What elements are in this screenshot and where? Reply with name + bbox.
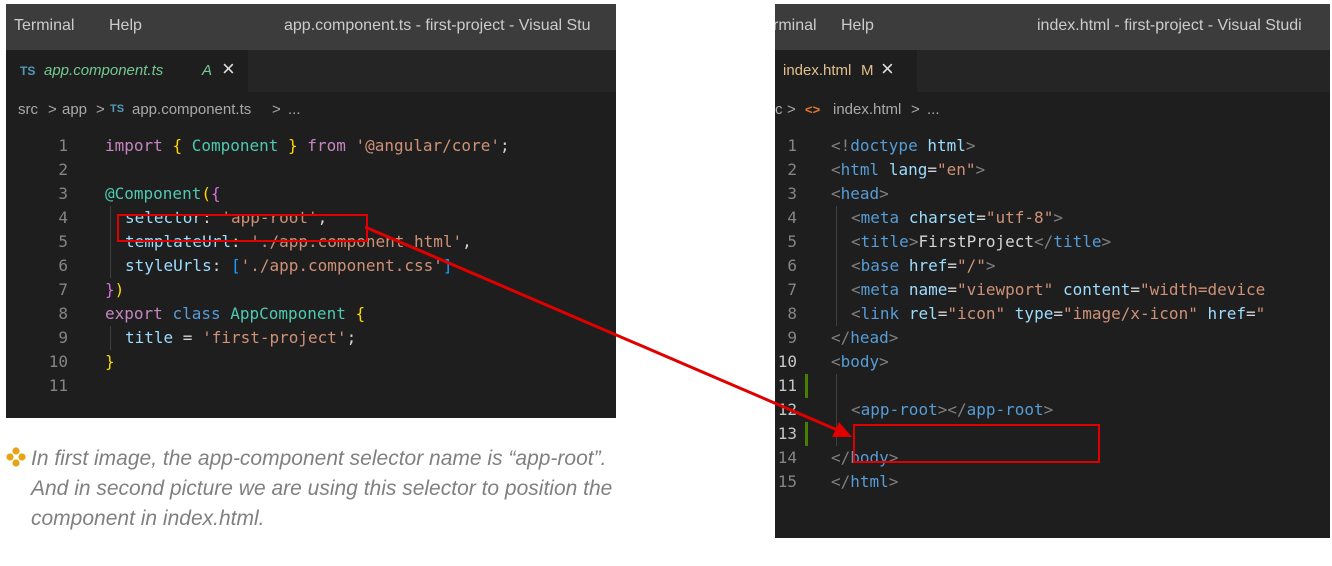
diamond-bullet-icon [6,447,26,467]
arrow-line [364,225,843,434]
caption: In first image, the app-component select… [6,444,636,534]
caption-text: In first image, the app-component select… [31,447,613,530]
